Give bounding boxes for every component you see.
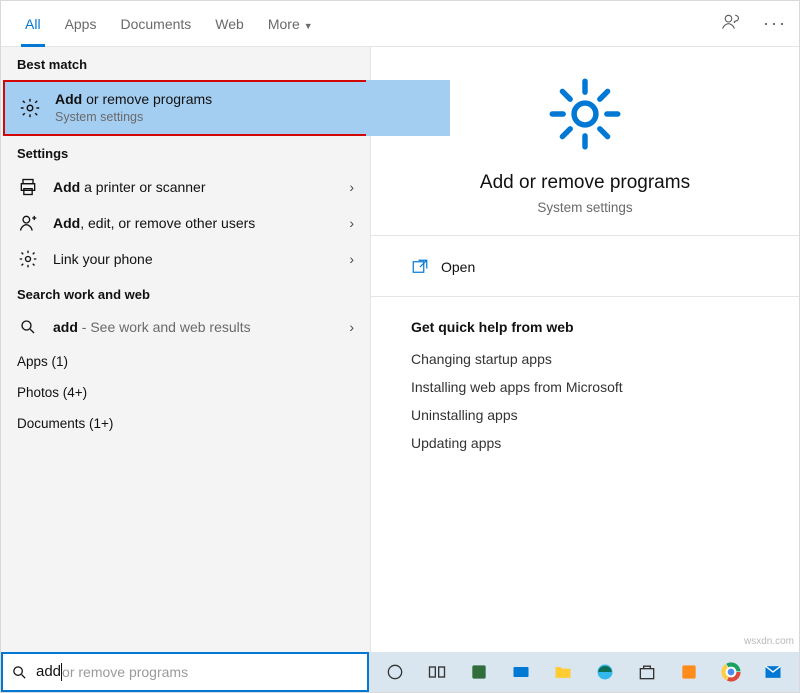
taskbar-cortana-icon[interactable]	[375, 652, 415, 692]
open-icon	[411, 258, 429, 276]
chevron-right-icon: ›	[349, 319, 354, 335]
search-box[interactable]: add or remove programs	[1, 652, 369, 692]
taskbar-store-icon[interactable]	[627, 652, 667, 692]
taskbar-taskview-icon[interactable]	[417, 652, 457, 692]
preview-subtitle: System settings	[391, 200, 779, 215]
result-title: Link your phone	[53, 250, 335, 268]
result-add-remove-programs[interactable]: Add or remove programs System settings	[3, 80, 368, 136]
result-add-users[interactable]: Add, edit, or remove other users ›	[1, 205, 370, 241]
tab-web[interactable]: Web	[203, 1, 256, 47]
taskbar: add or remove programs	[1, 652, 799, 692]
result-subtitle: System settings	[55, 108, 352, 126]
printer-icon	[17, 177, 39, 197]
result-title: Add, edit, or remove other users	[53, 214, 335, 232]
category-apps[interactable]: Apps (1)	[1, 344, 370, 375]
result-title: Add or remove programs	[55, 90, 352, 108]
taskbar-explorer-icon[interactable]	[543, 652, 583, 692]
results-pane: Best match Add or remove programs System…	[1, 47, 371, 652]
tab-apps[interactable]: Apps	[53, 1, 109, 47]
result-add-printer[interactable]: Add a printer or scanner ›	[1, 169, 370, 205]
chevron-right-icon: ›	[349, 215, 354, 231]
open-label: Open	[441, 259, 475, 275]
taskbar-chrome-icon[interactable]	[711, 652, 751, 692]
taskbar-edge-icon[interactable]	[585, 652, 625, 692]
tab-all[interactable]: All	[13, 1, 53, 47]
section-best-match: Best match	[1, 47, 370, 80]
help-link[interactable]: Uninstalling apps	[411, 407, 759, 423]
chevron-right-icon: ›	[349, 179, 354, 195]
tab-documents[interactable]: Documents	[108, 1, 203, 47]
preview-pane: Add or remove programs System settings O…	[371, 47, 799, 652]
section-search-web: Search work and web	[1, 277, 370, 310]
category-photos[interactable]: Photos (4+)	[1, 375, 370, 406]
search-typed-text: add	[36, 663, 62, 681]
quick-help: Get quick help from web Changing startup…	[371, 297, 799, 485]
search-suggestion-ghost: or remove programs	[62, 664, 188, 680]
taskbar-mail-icon[interactable]	[753, 652, 793, 692]
taskbar-app-icon[interactable]	[501, 652, 541, 692]
section-settings: Settings	[1, 136, 370, 169]
person-icon	[17, 213, 39, 233]
quick-help-heading: Get quick help from web	[411, 319, 759, 335]
gear-icon	[17, 249, 39, 269]
help-link[interactable]: Updating apps	[411, 435, 759, 451]
help-link[interactable]: Installing web apps from Microsoft	[411, 379, 759, 395]
preview-hero: Add or remove programs System settings	[371, 47, 799, 236]
chevron-right-icon: ›	[349, 251, 354, 267]
result-web-add[interactable]: add - See work and web results ›	[1, 310, 370, 344]
search-icon	[11, 664, 28, 681]
gear-large-icon	[546, 75, 624, 153]
taskbar-app-icon[interactable]	[459, 652, 499, 692]
filter-tabs: All Apps Documents Web More ▼ ···	[1, 1, 799, 47]
watermark: wsxdn.com	[744, 636, 794, 647]
category-documents[interactable]: Documents (1+)	[1, 406, 370, 437]
chevron-down-icon: ▼	[304, 21, 313, 31]
result-title: add - See work and web results	[53, 318, 335, 336]
gear-icon	[19, 97, 41, 119]
overflow-icon[interactable]: ···	[763, 13, 787, 34]
help-link[interactable]: Changing startup apps	[411, 351, 759, 367]
search-icon	[17, 318, 39, 336]
tab-more[interactable]: More ▼	[256, 1, 325, 47]
tab-more-label: More	[268, 16, 300, 32]
feedback-icon[interactable]	[721, 12, 741, 35]
taskbar-app-icon[interactable]	[669, 652, 709, 692]
result-link-phone[interactable]: Link your phone ›	[1, 241, 370, 277]
preview-title: Add or remove programs	[391, 172, 779, 194]
result-title: Add a printer or scanner	[53, 178, 335, 196]
open-action[interactable]: Open	[371, 236, 799, 297]
